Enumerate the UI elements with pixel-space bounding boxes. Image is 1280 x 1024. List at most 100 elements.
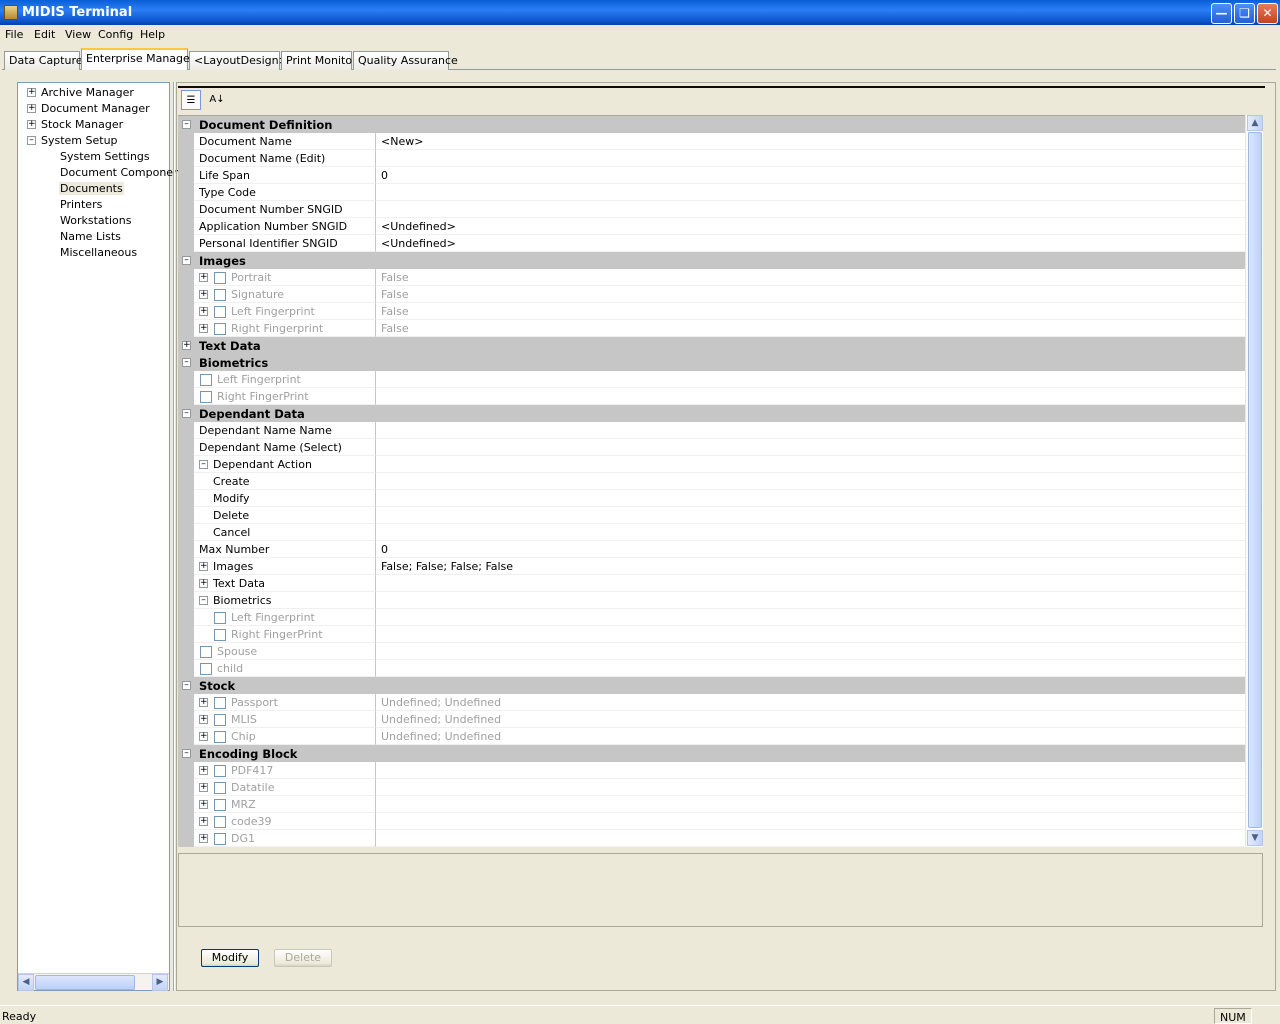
checkbox-icon[interactable] xyxy=(214,323,226,335)
categorized-icon[interactable]: ☰ xyxy=(181,90,201,110)
property-value[interactable]: False xyxy=(381,305,409,318)
expand-icon[interactable]: + xyxy=(199,290,208,299)
menu-file[interactable]: File xyxy=(5,28,23,41)
category-biometrics[interactable]: – Biometrics xyxy=(178,354,1245,371)
property-row[interactable]: Left Fingerprint xyxy=(178,371,1245,388)
panel-splitter[interactable] xyxy=(173,82,175,991)
tree-printers[interactable]: Printers xyxy=(60,198,102,211)
property-row[interactable]: Delete xyxy=(178,507,1245,524)
tree-system-settings[interactable]: System Settings xyxy=(60,150,150,163)
property-value[interactable]: <Undefined> xyxy=(381,237,456,250)
tab-layout-design[interactable]: <LayoutDesign> xyxy=(189,51,288,70)
tree-archive-manager[interactable]: Archive Manager xyxy=(41,86,134,99)
property-value[interactable]: 0 xyxy=(381,543,388,556)
scroll-thumb[interactable] xyxy=(1248,132,1262,828)
tab-print-monitor[interactable]: Print Monitor xyxy=(281,51,357,70)
property-row[interactable]: + Chip Undefined; Undefined xyxy=(178,728,1245,745)
property-row[interactable]: – Dependant Action xyxy=(178,456,1245,473)
expand-icon[interactable]: + xyxy=(199,562,208,571)
close-icon[interactable]: ✕ xyxy=(1257,3,1278,24)
property-row[interactable]: child xyxy=(178,660,1245,677)
tree-horizontal-scrollbar[interactable]: ◀ ▶ xyxy=(18,973,169,991)
checkbox-icon[interactable] xyxy=(214,782,226,794)
property-row[interactable]: + Text Data xyxy=(178,575,1245,592)
expand-icon[interactable]: + xyxy=(27,104,36,113)
property-row[interactable]: + MRZ xyxy=(178,796,1245,813)
property-row[interactable]: Right FingerPrint xyxy=(178,626,1245,643)
expand-icon[interactable]: + xyxy=(199,273,208,282)
property-row[interactable]: Type Code xyxy=(178,184,1245,201)
property-row[interactable]: Right FingerPrint xyxy=(178,388,1245,405)
property-row[interactable]: Cancel xyxy=(178,524,1245,541)
collapse-icon[interactable]: – xyxy=(182,409,191,418)
property-row[interactable]: Document Number SNGID xyxy=(178,201,1245,218)
alphabetical-icon[interactable]: A↓ xyxy=(207,90,227,110)
property-row[interactable]: + Signature False xyxy=(178,286,1245,303)
expand-icon[interactable]: + xyxy=(199,715,208,724)
tree-documents[interactable]: Documents xyxy=(59,182,124,195)
property-row[interactable]: Document Name (Edit) xyxy=(178,150,1245,167)
scroll-right-icon[interactable]: ▶ xyxy=(152,974,168,991)
property-row[interactable]: + MLIS Undefined; Undefined xyxy=(178,711,1245,728)
expand-icon[interactable]: + xyxy=(199,783,208,792)
checkbox-icon[interactable] xyxy=(214,765,226,777)
property-row[interactable]: + Datatile xyxy=(178,779,1245,796)
property-value[interactable]: Undefined; Undefined xyxy=(381,713,501,726)
property-value[interactable]: 0 xyxy=(381,169,388,182)
checkbox-icon[interactable] xyxy=(200,391,212,403)
property-row[interactable]: + DG1 xyxy=(178,830,1245,847)
property-row[interactable]: + Right Fingerprint False xyxy=(178,320,1245,337)
checkbox-icon[interactable] xyxy=(214,697,226,709)
expand-icon[interactable]: + xyxy=(27,88,36,97)
expand-icon[interactable]: + xyxy=(199,817,208,826)
grid-vertical-scrollbar[interactable]: ▲ ▼ xyxy=(1245,115,1263,847)
property-row[interactable]: Dependant Name (Select) xyxy=(178,439,1245,456)
collapse-icon[interactable]: – xyxy=(182,749,191,758)
collapse-icon[interactable]: – xyxy=(182,358,191,367)
category-encoding-block[interactable]: – Encoding Block xyxy=(178,745,1245,762)
property-row[interactable]: + Images False; False; False; False xyxy=(178,558,1245,575)
checkbox-icon[interactable] xyxy=(214,799,226,811)
property-row[interactable]: Dependant Name Name xyxy=(178,422,1245,439)
tab-quality-assurance[interactable]: Quality Assurance xyxy=(353,51,458,70)
property-value[interactable]: False xyxy=(381,288,409,301)
property-value[interactable]: <New> xyxy=(381,135,423,148)
checkbox-icon[interactable] xyxy=(214,289,226,301)
checkbox-icon[interactable] xyxy=(214,272,226,284)
property-row[interactable]: + PDF417 xyxy=(178,762,1245,779)
delete-button[interactable]: Delete xyxy=(274,949,332,967)
property-row[interactable]: Create xyxy=(178,473,1245,490)
expand-icon[interactable]: + xyxy=(199,307,208,316)
scroll-left-icon[interactable]: ◀ xyxy=(18,974,34,991)
modify-button[interactable]: Modify xyxy=(201,949,259,967)
category-images[interactable]: – Images xyxy=(178,252,1245,269)
tree-system-setup[interactable]: System Setup xyxy=(41,134,118,147)
menu-edit[interactable]: Edit xyxy=(34,28,55,41)
property-row[interactable]: Max Number 0 xyxy=(178,541,1245,558)
checkbox-icon[interactable] xyxy=(214,833,226,845)
category-text-data[interactable]: + Text Data xyxy=(178,337,1245,354)
property-row[interactable]: + Passport Undefined; Undefined xyxy=(178,694,1245,711)
checkbox-icon[interactable] xyxy=(200,646,212,658)
property-row[interactable]: Left Fingerprint xyxy=(178,609,1245,626)
tree-document-manager[interactable]: Document Manager xyxy=(41,102,150,115)
property-row[interactable]: Spouse xyxy=(178,643,1245,660)
expand-icon[interactable]: + xyxy=(199,732,208,741)
tree-name-lists[interactable]: Name Lists xyxy=(60,230,121,243)
category-dependant-data[interactable]: – Dependant Data xyxy=(178,405,1245,422)
property-value[interactable]: False xyxy=(381,322,409,335)
collapse-icon[interactable]: – xyxy=(182,120,191,129)
property-row[interactable]: Life Span 0 xyxy=(178,167,1245,184)
collapse-icon[interactable]: – xyxy=(182,256,191,265)
expand-icon[interactable]: + xyxy=(182,341,191,350)
scroll-down-icon[interactable]: ▼ xyxy=(1247,830,1263,846)
property-value[interactable]: <Undefined> xyxy=(381,220,456,233)
expand-icon[interactable]: + xyxy=(199,579,208,588)
expand-icon[interactable]: + xyxy=(199,324,208,333)
property-value[interactable]: False xyxy=(381,271,409,284)
checkbox-icon[interactable] xyxy=(214,629,226,641)
property-row[interactable]: Document Name <New> xyxy=(178,133,1245,150)
expand-icon[interactable]: + xyxy=(199,698,208,707)
property-value[interactable]: False; False; False; False xyxy=(381,560,513,573)
expand-icon[interactable]: + xyxy=(27,120,36,129)
